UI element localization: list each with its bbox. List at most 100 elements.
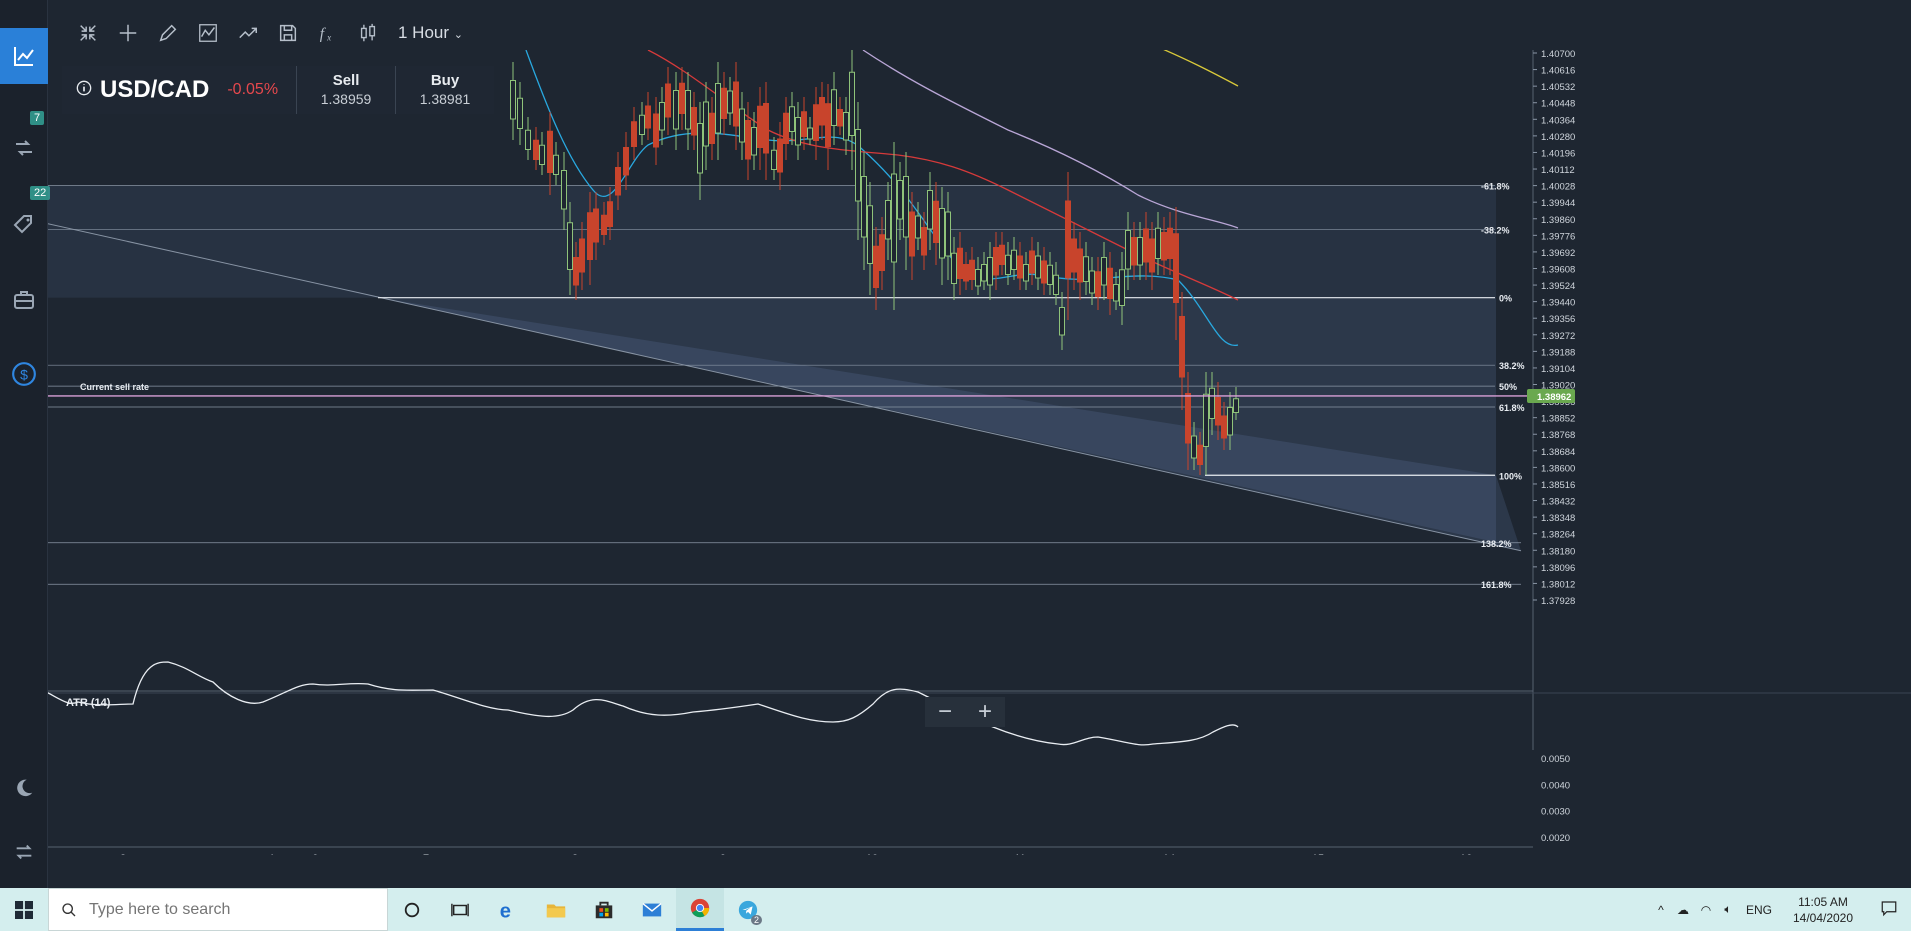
sell-button[interactable]: Sell 1.38959: [296, 66, 395, 114]
start-button[interactable]: [0, 888, 48, 931]
candle-bull: [539, 144, 545, 165]
crosshair-button[interactable]: [108, 13, 148, 53]
candle-bear: [1077, 248, 1083, 283]
candle-bull: [567, 222, 573, 270]
zoom-out-button[interactable]: −: [925, 697, 965, 727]
clock[interactable]: 11:05 AM 14/04/2020: [1779, 894, 1867, 926]
trading-app: 7 22 $ fx 1 Hour ⌄ -61.8% -38.2% 0% 38.2…: [0, 0, 1911, 931]
sidebar-item-funds[interactable]: $: [0, 346, 48, 402]
candle-bull: [697, 123, 703, 174]
candle-bear: [873, 245, 879, 288]
price-tick-label: 1.39776: [1541, 231, 1575, 242]
buy-button[interactable]: Buy 1.38981: [395, 66, 494, 114]
briefcase-icon: [14, 291, 34, 309]
candle-bull: [703, 101, 709, 147]
candle-bear: [969, 259, 975, 280]
edge-button[interactable]: e: [484, 888, 532, 931]
fib-label: 61.8%: [1499, 403, 1525, 413]
candles-icon: [360, 23, 376, 42]
candle-bear: [777, 138, 783, 173]
candle-bull: [1119, 269, 1125, 306]
chevron-up-icon[interactable]: ^: [1651, 903, 1671, 917]
wifi-icon[interactable]: ◠: [1695, 903, 1717, 917]
candle-bull: [855, 129, 861, 202]
candle-bull: [903, 176, 909, 238]
mail-icon: [642, 902, 662, 916]
chart-type-button[interactable]: [188, 13, 228, 53]
candle-bull: [751, 127, 757, 156]
candle-bear: [1065, 200, 1071, 279]
sidebar-item-portfolio[interactable]: [0, 272, 48, 328]
candle-bear: [801, 111, 807, 137]
store-button[interactable]: [580, 888, 628, 931]
candle-bull: [987, 257, 993, 286]
cloud-icon[interactable]: ☁: [1671, 903, 1695, 917]
price-chart[interactable]: -61.8%-38.2%0%38.2%50%61.8%100%138.2%161…: [48, 50, 1911, 855]
cortana-icon: [404, 902, 420, 917]
mail-button[interactable]: [628, 888, 676, 931]
sidebar-item-orders[interactable]: [0, 120, 48, 176]
candle-bear: [1197, 444, 1203, 465]
fib-label: 161.8%: [1481, 580, 1512, 590]
volume-icon[interactable]: 🔈︎: [1717, 902, 1739, 917]
time-tick-label: 16: [1460, 853, 1472, 855]
candles-button[interactable]: [348, 13, 388, 53]
timeframe-select[interactable]: 1 Hour ⌄: [398, 23, 463, 43]
save-icon: [279, 24, 297, 42]
sidebar-item-chart[interactable]: [0, 28, 48, 84]
candle-bull: [561, 170, 567, 210]
save-button[interactable]: [268, 13, 308, 53]
candle-bear: [631, 121, 637, 147]
price-tick-label: 1.38432: [1541, 497, 1575, 508]
language-indicator[interactable]: ENG: [1739, 903, 1779, 917]
candle-bear: [1167, 227, 1173, 259]
info-icon[interactable]: [76, 80, 92, 101]
fib-label: 100%: [1499, 471, 1522, 481]
candle-bear: [1131, 237, 1137, 266]
svg-text:$: $: [20, 366, 28, 382]
candle-bull: [1053, 274, 1059, 295]
task-view-button[interactable]: [436, 888, 484, 931]
candle-bull: [1035, 255, 1041, 279]
search-input[interactable]: [89, 900, 369, 919]
sidebar-item-deals[interactable]: [0, 196, 48, 252]
tag-icon: [13, 215, 32, 234]
telegram-button[interactable]: 2: [724, 888, 772, 931]
chrome-button[interactable]: [676, 888, 724, 931]
time-tick-label: 14: [1163, 853, 1175, 855]
atr-panel: ATR (14)0.00500.00400.00300.0020: [48, 661, 1911, 844]
fib-label: 138.2%: [1481, 539, 1512, 549]
candle-bear: [957, 247, 963, 279]
timeframe-label: 1 Hour: [398, 23, 450, 42]
candle-bear: [993, 247, 999, 276]
taskbar-search[interactable]: [48, 888, 388, 931]
trend-button[interactable]: [228, 13, 268, 53]
draw-button[interactable]: [148, 13, 188, 53]
current-rate-value: 1.38962: [1537, 392, 1571, 403]
candle-bear: [1161, 232, 1167, 261]
candle-bear: [709, 112, 715, 144]
price-tick-label: 1.39944: [1541, 198, 1575, 209]
candle-bull: [1137, 237, 1143, 266]
zoom-in-button[interactable]: +: [965, 697, 1005, 727]
price-tick-label: 1.40364: [1541, 115, 1575, 126]
candle-bear: [679, 82, 685, 114]
cortana-button[interactable]: [388, 888, 436, 931]
explorer-button[interactable]: [532, 888, 580, 931]
candle-bull: [517, 97, 523, 129]
collapse-button[interactable]: [68, 13, 108, 53]
candle-bear: [547, 130, 553, 173]
candle-bear: [587, 212, 593, 260]
candle-bull: [951, 252, 957, 284]
theme-toggle[interactable]: [0, 760, 48, 816]
function-icon: fx: [320, 26, 331, 43]
indicators-button[interactable]: fx: [308, 13, 348, 53]
store-icon: [595, 901, 613, 918]
chart-icon: [14, 47, 34, 66]
candle-bull: [867, 205, 873, 264]
windows-icon: [15, 900, 33, 919]
time-tick-label: 3: [120, 853, 126, 855]
trend-icon: [239, 27, 257, 39]
notification-icon[interactable]: [1867, 899, 1911, 920]
switch-account[interactable]: [0, 824, 48, 880]
